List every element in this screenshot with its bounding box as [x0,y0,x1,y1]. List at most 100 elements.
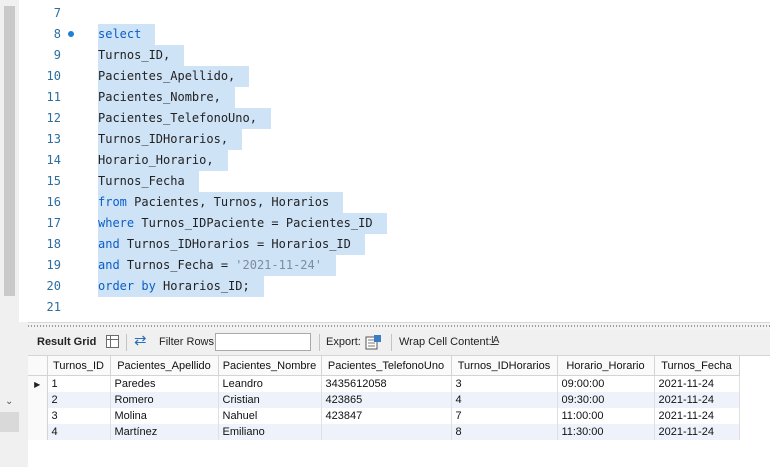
filter-rows-input[interactable] [215,333,311,351]
editor-line[interactable]: 14 Horario_Horario, [19,150,770,171]
code-text[interactable]: order by Horarios_ID; [98,276,264,297]
editor-line[interactable]: 7 [19,3,770,24]
column-header[interactable]: Pacientes_TelefonoUno [321,356,452,376]
table-cell[interactable]: 1 [47,375,111,392]
table-cell[interactable]: Leandro [218,375,322,392]
sql-keyword: and [98,237,120,251]
table-cell[interactable]: 2021-11-24 [654,392,740,408]
table-cell[interactable]: 3 [47,408,111,424]
table-cell[interactable]: Romero [110,392,219,408]
result-grid: Turnos_ID Pacientes_Apellido Pacientes_Nom… [28,356,770,467]
editor-line[interactable]: 17 where Turnos_IDPaciente = Pacientes_ID [19,213,770,234]
table-cell[interactable]: 8 [451,424,558,440]
code-text[interactable]: from Pacientes, Turnos, Horarios [98,192,344,213]
code-text[interactable]: Horario_Horario, [98,150,228,171]
line-number: 7 [53,6,61,20]
left-scroll-strip[interactable]: ⌄ [0,322,28,467]
export-icon[interactable] [365,334,382,350]
code-text[interactable]: Turnos_IDHorarios, [98,129,243,150]
table-cell[interactable] [321,424,452,440]
line-number: 8 [53,27,61,41]
table-cell[interactable]: Nahuel [218,408,322,424]
table-cell[interactable]: 09:30:00 [557,392,655,408]
table-row[interactable]: ▶ 1 Paredes Leandro 3435612058 3 09:00:00 2021-… [28,375,740,392]
table-cell[interactable]: 3 [451,375,558,392]
table-cell[interactable]: 4 [47,424,111,440]
table-cell[interactable]: 4 [451,392,558,408]
sql-token: Pacientes_Nombre, [98,90,221,104]
table-cell[interactable]: 2 [47,392,111,408]
wrap-cell-content-icon[interactable]: IA [491,335,500,346]
line-number: 17 [46,216,61,230]
line-number: 11 [46,90,61,104]
result-table: Turnos_ID Pacientes_Apellido Pacientes_Nom… [28,356,740,440]
column-header[interactable]: Turnos_IDHorarios [451,356,558,376]
code-text[interactable]: Turnos_Fecha [98,171,199,192]
editor-line[interactable]: 18 and Turnos_IDHorarios = Horarios_ID [19,234,770,255]
table-cell[interactable]: 11:30:00 [557,424,655,440]
export-label: Export: [326,336,361,348]
chevron-down-icon[interactable]: ⌄ [5,396,13,407]
sql-token: Turnos_Fecha = [119,258,236,272]
table-cell[interactable]: 2021-11-24 [654,424,740,440]
code-text[interactable]: Pacientes_Apellido, [98,66,250,87]
row-header[interactable] [28,424,48,440]
editor-line[interactable]: 11 Pacientes_Nombre, [19,87,770,108]
row-header[interactable] [28,392,48,408]
table-cell[interactable]: 3435612058 [321,375,452,392]
row-header[interactable]: ▶ [28,375,48,392]
editor-line[interactable]: 15 Turnos_Fecha [19,171,770,192]
column-header[interactable]: Pacientes_Apellido [110,356,219,376]
code-text[interactable]: where Turnos_IDPaciente = Pacientes_ID [98,213,387,234]
editor-line[interactable]: 16 from Pacientes, Turnos, Horarios [19,192,770,213]
refresh-icon[interactable]: ⇄ [134,332,147,350]
editor-line[interactable]: 8 select [19,24,770,45]
sql-keyword: from [98,195,127,209]
column-header[interactable]: Turnos_Fecha [654,356,740,376]
table-row[interactable]: 4 Martínez Emiliano 8 11:30:00 2021-11-24 [28,424,740,440]
editor-line[interactable]: 9 Turnos_ID, [19,45,770,66]
table-cell[interactable]: 423865 [321,392,452,408]
code-text[interactable]: Pacientes_TelefonoUno, [98,108,271,129]
table-cell[interactable]: Paredes [110,375,219,392]
table-cell[interactable]: 2021-11-24 [654,375,740,392]
sql-token: Pacientes_Apellido, [98,69,236,83]
editor-line[interactable]: 20 order by Horarios_ID; [19,276,770,297]
editor-line[interactable]: 10 Pacientes_Apellido, [19,66,770,87]
code-text[interactable]: and Turnos_Fecha = '2021-11-24' [98,255,336,276]
table-cell[interactable]: 09:00:00 [557,375,655,392]
grid-view-icon[interactable] [106,335,119,348]
row-header-corner [28,356,48,376]
editor-line[interactable]: 21 [19,297,770,318]
scrollbar-thumb[interactable] [4,6,15,296]
code-text[interactable]: Pacientes_Nombre, [98,87,235,108]
table-cell[interactable]: 11:00:00 [557,408,655,424]
table-cell[interactable]: Martínez [110,424,219,440]
code-text[interactable]: select [98,24,156,45]
table-cell[interactable]: 2021-11-24 [654,408,740,424]
toolbar-separator [319,334,320,351]
editor-vertical-scrollbar[interactable] [0,0,19,322]
current-row-icon: ▶ [34,380,41,389]
table-cell[interactable]: Molina [110,408,219,424]
editor-line[interactable]: 19 and Turnos_Fecha = '2021-11-24' [19,255,770,276]
code-text[interactable]: Turnos_ID, [98,45,185,66]
editor-line[interactable]: 12 Pacientes_TelefonoUno, [19,108,770,129]
table-cell[interactable]: Cristian [218,392,322,408]
toolbar-separator [391,334,392,351]
column-header[interactable]: Turnos_ID [47,356,111,376]
column-header[interactable]: Pacientes_Nombre [218,356,322,376]
table-row[interactable]: 2 Romero Cristian 423865 4 09:30:00 2021-11-24 [28,392,740,408]
code-text[interactable]: and Turnos_IDHorarios = Horarios_ID [98,234,365,255]
table-row[interactable]: 3 Molina Nahuel 423847 7 11:00:00 2021-11-24 [28,408,740,424]
table-cell[interactable]: 423847 [321,408,452,424]
scroll-grip[interactable] [0,412,19,432]
sql-token: Turnos_ID, [98,48,171,62]
table-cell[interactable]: 7 [451,408,558,424]
editor-line[interactable]: 13 Turnos_IDHorarios, [19,129,770,150]
table-cell[interactable]: Emiliano [218,424,322,440]
row-header[interactable] [28,408,48,424]
result-grid-tab[interactable]: Result Grid [37,336,96,348]
sql-editor[interactable]: 7 8 select 9 Turnos_ID, 10 Pacientes_Apellido,… [0,0,770,322]
column-header[interactable]: Horario_Horario [557,356,655,376]
